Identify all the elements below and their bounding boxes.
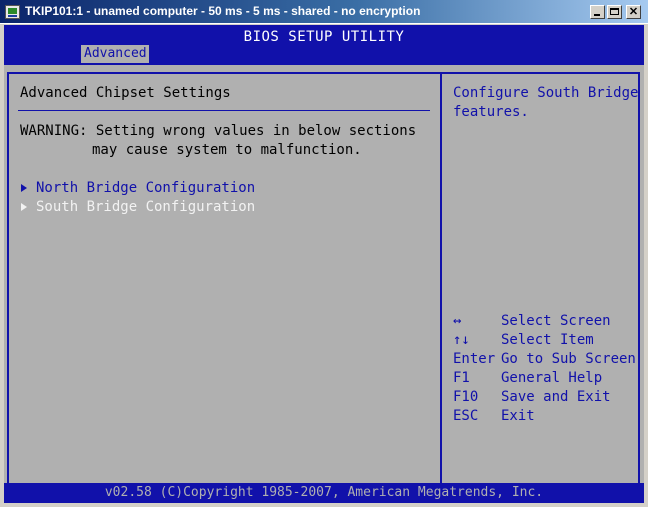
warning-text-line2: may cause system to malfunction. — [92, 142, 362, 158]
key-action: General Help — [501, 370, 603, 386]
warning-text-line1: WARNING: Setting wrong values in below s… — [20, 123, 417, 139]
minimize-icon — [594, 14, 600, 16]
bios-header: BIOS SETUP UTILITY Advanced — [4, 25, 644, 65]
key-f1: F1 — [453, 370, 470, 386]
key-action: Exit — [501, 408, 535, 424]
menu-item-label: North Bridge Configuration — [36, 180, 256, 196]
triangle-right-icon — [21, 184, 27, 192]
key-action: Go to Sub Screen — [501, 351, 636, 367]
key-arrows-lr: ↔ — [453, 313, 462, 329]
key-action: Select Screen — [501, 313, 611, 329]
minimize-button[interactable] — [590, 5, 605, 19]
key-f10: F10 — [453, 389, 479, 405]
help-text-line1: Configure South Bridge — [453, 85, 639, 101]
triangle-right-icon — [21, 203, 27, 211]
maximize-button[interactable] — [607, 5, 622, 19]
help-text-line2: features. — [453, 104, 529, 120]
panel-divider — [440, 72, 442, 498]
bios-title: BIOS SETUP UTILITY — [243, 29, 405, 45]
close-button[interactable]: ✕ — [626, 5, 641, 19]
key-action: Save and Exit — [501, 389, 611, 405]
tab-advanced[interactable]: Advanced — [81, 45, 149, 63]
key-enter: Enter — [453, 351, 496, 367]
heading-underline — [18, 110, 430, 111]
maximize-icon — [610, 8, 619, 15]
window-title: TKIP101:1 - unamed computer - 50 ms - 5 … — [25, 4, 421, 18]
key-action: Select Item — [501, 332, 594, 348]
bios-footer: v02.58 (C)Copyright 1985-2007, American … — [4, 483, 644, 503]
close-icon: ✕ — [628, 6, 639, 18]
key-arrows-ud: ↑↓ — [453, 332, 470, 348]
bios-screen: BIOS SETUP UTILITY Advanced Advanced Chi… — [4, 25, 644, 503]
menu-item-label: South Bridge Configuration — [36, 199, 256, 215]
app-icon — [5, 5, 20, 19]
key-esc: ESC — [453, 408, 479, 424]
page-heading: Advanced Chipset Settings — [20, 85, 231, 101]
window-titlebar[interactable]: TKIP101:1 - unamed computer - 50 ms - 5 … — [0, 0, 648, 24]
